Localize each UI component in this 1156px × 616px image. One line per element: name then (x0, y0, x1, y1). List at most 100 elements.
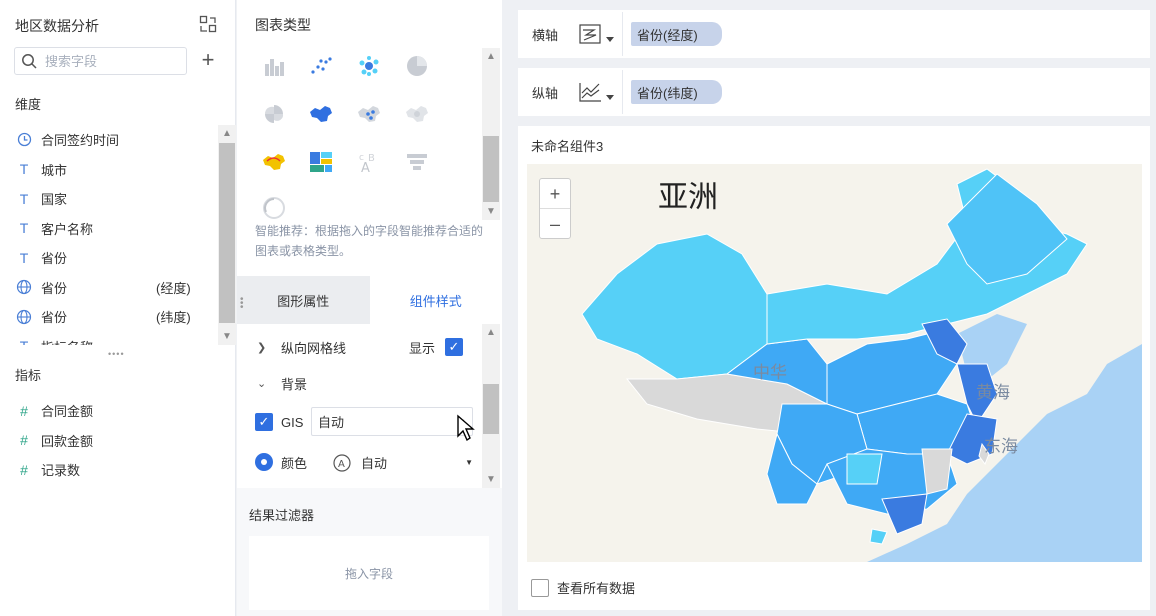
filter-dropzone[interactable]: 拖入字段 (249, 536, 489, 610)
scroll-thumb[interactable] (483, 384, 499, 434)
number-icon: # (20, 402, 28, 419)
config-tabs: 图形属性 组件样式 (237, 276, 502, 324)
scroll-up-icon[interactable]: ▲ (482, 48, 500, 65)
measures-label: 指标 (15, 368, 42, 383)
svg-text:A: A (338, 459, 345, 470)
scroll-down-icon[interactable]: ▼ (482, 471, 500, 488)
show-label: 显示 (409, 340, 436, 356)
field-label: 客户名称 (41, 221, 94, 237)
y-axis-field-chip[interactable]: 省份(纬度) (631, 80, 722, 104)
gis-value: 自动 (318, 415, 345, 430)
gauge-icon[interactable] (259, 193, 289, 223)
treemap-icon[interactable] (306, 147, 336, 177)
grouped-bar-chart-icon[interactable] (259, 51, 289, 81)
x-axis-field-chip[interactable]: 省份(经度) (631, 22, 722, 46)
search-input[interactable] (45, 53, 165, 69)
field-label: 合同金额 (41, 404, 94, 420)
smart-recommend-tip: 智能推荐：根据拖入的字段智能推荐合适的图表或表格类型。 (255, 224, 484, 258)
dimension-scrollbar[interactable]: ▲ ▼ (218, 125, 236, 345)
field-label: 合同签约时间 (41, 133, 120, 149)
map-label-asia: 亚洲 (658, 180, 718, 215)
list-item[interactable]: T 客户名称 (0, 214, 218, 244)
map-label-china: 中华 (753, 363, 787, 382)
bubble-chart-icon[interactable] (354, 51, 384, 81)
text-type-icon: T (19, 190, 29, 207)
divider (622, 12, 623, 56)
x-axis-type-icon[interactable] (574, 19, 622, 49)
china-region-map[interactable] (527, 164, 1142, 562)
color-select[interactable]: A 自动 ▼ (327, 448, 481, 477)
dimensions-label: 维度 (15, 97, 42, 112)
map-canvas[interactable]: + – 亚洲 中华 黄海 东海 (527, 164, 1142, 562)
field-label: 国家 (41, 192, 68, 208)
field-label: 省份 (41, 310, 68, 326)
gis-select[interactable]: 自动 ▼ (311, 407, 473, 436)
field-suffix: (经度) (156, 280, 191, 296)
word-cloud-icon[interactable]: cBA (354, 147, 384, 177)
scroll-up-icon[interactable]: ▲ (218, 125, 236, 142)
show-grid-checkbox[interactable]: ✓ (445, 338, 463, 356)
flow-map-icon[interactable] (259, 147, 289, 177)
region-jiangxi (921, 448, 953, 495)
divider (622, 70, 623, 114)
resize-grip-icon[interactable]: • • • (240, 295, 246, 313)
scroll-down-icon[interactable]: ▼ (482, 203, 500, 220)
gis-checkbox[interactable]: ✓ (255, 413, 273, 431)
scroll-thumb[interactable] (483, 136, 499, 202)
vertical-grid-label: 纵向网格线 (281, 340, 347, 356)
list-item[interactable]: # 合同金额 (0, 396, 218, 426)
vertical-grid-row[interactable]: ❯ 纵向网格线 显示 ✓ (237, 328, 482, 366)
result-filter-title: 结果过滤器 (249, 508, 315, 523)
zoom-control: + – (539, 178, 571, 239)
scatter-chart-icon[interactable] (306, 51, 336, 81)
fields-panel: 地区数据分析 + 维度 合同签约时间 T 城市 T 国家 T 客户名称 T 省份 (0, 0, 236, 616)
list-item[interactable]: 合同签约时间 (0, 125, 218, 155)
switch-dataset-icon[interactable] (198, 14, 218, 34)
scroll-thumb[interactable] (219, 143, 235, 323)
show-all-data[interactable]: 查看所有数据 (531, 578, 635, 597)
zoom-in-button[interactable]: + (540, 179, 570, 209)
text-type-icon: T (19, 220, 29, 237)
field-label: 记录数 (41, 463, 81, 479)
list-item[interactable]: T 城市 (0, 155, 218, 185)
point-map-icon[interactable] (354, 99, 384, 129)
tab-shape-props[interactable]: 图形属性 (237, 276, 370, 324)
heat-map-icon[interactable] (402, 99, 432, 129)
scroll-up-icon[interactable]: ▲ (482, 324, 500, 341)
style-properties: ❯ 纵向网格线 显示 ✓ ⌄ 背景 ✓ GIS 自动 ▼ 颜色 A 自动 ▼ (237, 324, 502, 488)
rose-chart-icon[interactable] (259, 99, 289, 129)
background-row[interactable]: ⌄ 背景 (237, 364, 482, 402)
text-type-icon: T (19, 249, 29, 266)
color-label: 颜色 (281, 455, 308, 471)
field-search[interactable] (14, 47, 187, 75)
list-item[interactable]: # 回款金额 (0, 426, 218, 456)
color-radio[interactable] (255, 453, 273, 471)
list-item[interactable]: T 省份 (0, 243, 218, 273)
field-label: 省份 (41, 251, 68, 267)
widget-title: 未命名组件3 (531, 139, 604, 154)
style-scrollbar[interactable]: ▲ ▼ (482, 324, 500, 488)
globe-icon (15, 279, 33, 295)
gis-label: GIS (281, 414, 304, 430)
list-item[interactable]: 省份 (纬度) (0, 302, 218, 332)
funnel-icon[interactable] (402, 147, 432, 177)
mouse-cursor-icon (456, 414, 476, 442)
chart-type-scrollbar[interactable]: ▲ ▼ (482, 48, 500, 220)
list-item[interactable]: # 记录数 (0, 455, 218, 485)
zoom-out-button[interactable]: – (540, 209, 570, 239)
y-axis-type-icon[interactable] (574, 77, 622, 107)
scroll-down-icon[interactable]: ▼ (218, 328, 236, 345)
pie-chart-icon[interactable] (402, 51, 432, 81)
list-item[interactable]: T 国家 (0, 184, 218, 214)
show-all-checkbox[interactable] (531, 578, 549, 597)
chevron-down-icon: ⌄ (257, 377, 267, 390)
region-map-icon[interactable] (306, 99, 336, 129)
list-item[interactable]: T 指标名称 (0, 332, 218, 345)
region-guizhou (846, 453, 883, 485)
chevron-right-icon: ❯ (257, 341, 267, 354)
splitter-handle[interactable]: •••• (108, 350, 126, 359)
search-icon (21, 53, 37, 69)
add-field-button[interactable]: + (198, 49, 218, 71)
tab-component-style[interactable]: 组件样式 (369, 276, 502, 324)
list-item[interactable]: 省份 (经度) (0, 273, 218, 303)
